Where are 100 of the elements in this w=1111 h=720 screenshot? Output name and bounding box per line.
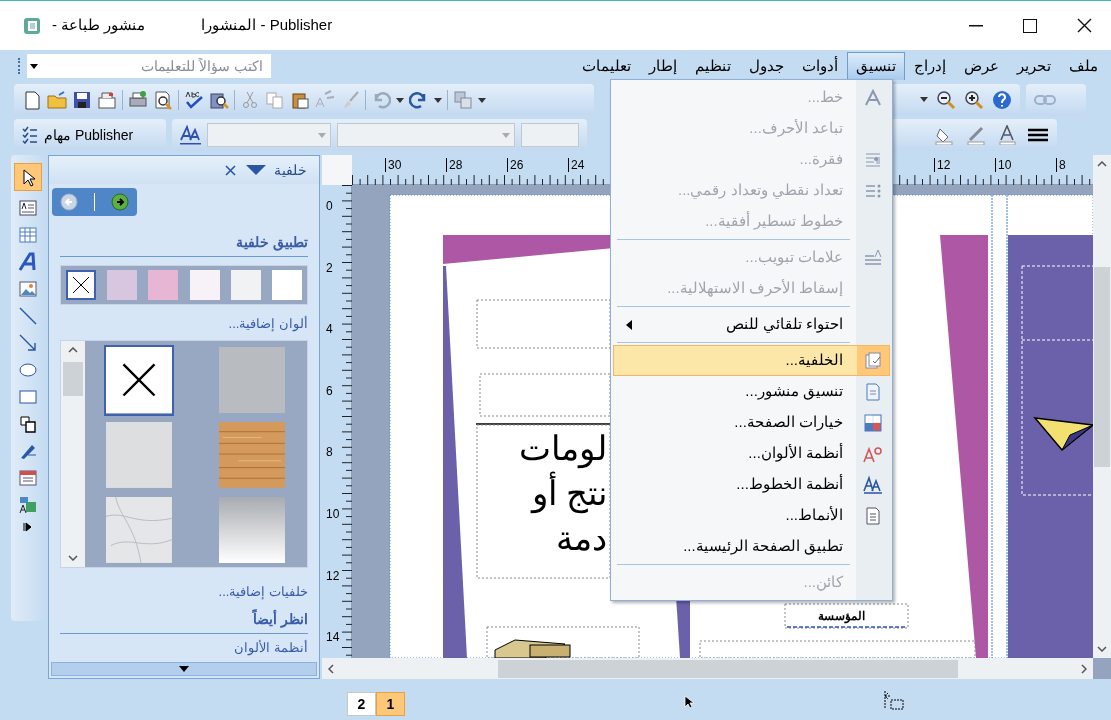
ruler-number: 28 [446, 158, 463, 172]
table-icon[interactable] [18, 225, 38, 245]
menu-item[interactable]: تنظيم [686, 52, 740, 80]
ruler-number: 0 [326, 199, 333, 213]
scroll-down-icon[interactable] [1097, 646, 1107, 652]
vertical-scrollbar[interactable] [1093, 155, 1111, 658]
new-document-icon[interactable] [22, 90, 42, 110]
menu-item[interactable]: جدول [740, 52, 793, 80]
heading-text: نتج أو [531, 473, 607, 513]
scroll-down-icon[interactable] [68, 555, 78, 561]
line-icon[interactable] [18, 306, 38, 326]
paste-icon[interactable] [290, 90, 310, 110]
menu-item[interactable]: عرض [955, 52, 1008, 80]
texture-swatch[interactable] [104, 495, 174, 566]
texture-swatch[interactable] [216, 495, 287, 566]
texture-swatch[interactable] [216, 345, 287, 416]
menu-item[interactable]: خيارات الصفحة... [613, 407, 890, 438]
wordart-icon[interactable] [18, 252, 38, 272]
pane-scroll-bar[interactable] [51, 662, 317, 676]
menu-item[interactable]: تنسيق منشور... [613, 376, 890, 407]
print-icon[interactable] [128, 90, 148, 110]
scrollbar-thumb[interactable] [497, 659, 958, 678]
shapes-icon[interactable] [18, 414, 38, 434]
styles-icon [863, 474, 883, 495]
dropdown-triangle-icon[interactable] [246, 164, 266, 176]
color-schemes-link[interactable]: أنظمة الألوان [234, 640, 308, 655]
menu-item[interactable]: تحرير [1008, 52, 1060, 80]
help-field[interactable]: اكتب سؤالاً للتعليمات [41, 54, 271, 78]
scroll-up-icon[interactable] [68, 347, 78, 353]
insert-object-icon[interactable] [18, 495, 38, 515]
vertical-scrollbar[interactable] [61, 341, 85, 567]
styles-icon[interactable] [180, 125, 202, 145]
ruler-number: 6 [326, 383, 333, 398]
more-colors-link[interactable]: ألوان إضافية... [228, 316, 308, 331]
picture-icon[interactable] [18, 279, 38, 299]
scroll-up-icon[interactable] [1097, 161, 1107, 167]
menu-item[interactable]: إطار [640, 52, 686, 80]
horizontal-scrollbar[interactable] [322, 658, 1093, 679]
forward-icon[interactable] [109, 192, 130, 212]
research-icon[interactable] [209, 90, 229, 110]
menu-item[interactable]: أدوات [793, 52, 847, 80]
document-check-icon [863, 350, 883, 371]
scroll-left-icon[interactable] [328, 663, 334, 674]
menu-item[interactable]: تعليمات [573, 52, 640, 80]
expand-icon[interactable] [23, 522, 33, 532]
more-backgrounds-link[interactable]: خلفيات إضافية... [218, 584, 308, 599]
font-color-icon[interactable] [999, 125, 1017, 145]
document-lines-icon [863, 505, 883, 526]
ruler-number: 10 [326, 507, 340, 521]
menu-item[interactable]: تنسيق [847, 52, 905, 80]
scrollbar-thumb[interactable] [63, 362, 83, 396]
help-icon[interactable] [992, 90, 1012, 110]
menu-item[interactable]: احتواء تلقائي للنص [613, 309, 890, 340]
texture-swatch[interactable] [216, 420, 287, 491]
text-box-icon[interactable] [18, 198, 38, 218]
color-swatch[interactable] [148, 270, 179, 300]
oval-icon[interactable] [18, 360, 38, 380]
save-icon[interactable] [72, 90, 92, 110]
menu-item[interactable]: إدراج [905, 52, 955, 80]
open-folder-icon[interactable] [47, 90, 67, 110]
color-swatch[interactable] [189, 270, 220, 300]
dropdown-arrow-icon[interactable] [434, 97, 442, 103]
print-preview-icon[interactable] [153, 90, 173, 110]
heading-text: دمة [556, 518, 607, 558]
rectangle-icon[interactable] [18, 387, 38, 407]
scrollbar-thumb[interactable] [1094, 266, 1110, 467]
menu-item[interactable]: تطبيق الصفحة الرئيسية... [613, 531, 890, 562]
menu-item[interactable]: الخلفية... [613, 345, 890, 376]
catalog-icon[interactable] [18, 468, 38, 488]
menu-item[interactable]: أنظمة الخطوط... [613, 469, 890, 500]
menu-item[interactable]: أنظمة الألوان... [613, 438, 890, 469]
section-heading: تطبيق خلفية [236, 234, 308, 250]
texture-swatch[interactable] [104, 345, 174, 416]
dropdown-arrow-icon[interactable] [30, 63, 38, 69]
menu-item[interactable]: الأنماط... [613, 500, 890, 531]
zoom-in-icon[interactable] [964, 90, 984, 110]
back-icon[interactable] [59, 192, 80, 212]
spelling-icon[interactable] [184, 90, 204, 110]
page-tab[interactable]: 2 [347, 692, 376, 716]
line-style-icon[interactable] [1027, 128, 1049, 142]
no-fill-swatch[interactable] [66, 270, 96, 300]
page-tab[interactable]: 1 [376, 692, 405, 716]
pointer-tool-button[interactable] [14, 163, 42, 191]
task-pane-title: خلفية [274, 160, 307, 180]
dropdown-arrow-icon[interactable] [478, 97, 486, 103]
color-swatch[interactable] [230, 270, 261, 300]
maximize-icon [1023, 18, 1037, 33]
color-swatch[interactable] [107, 270, 138, 300]
color-swatch[interactable] [271, 270, 302, 300]
arrow-icon[interactable] [18, 333, 38, 353]
menu-item[interactable]: ملف [1060, 52, 1107, 80]
dropdown-arrow-icon[interactable] [396, 97, 404, 103]
close-icon[interactable] [225, 164, 236, 176]
dropdown-arrow-icon [318, 132, 327, 138]
mail-icon[interactable] [97, 90, 117, 110]
texture-swatch[interactable] [104, 420, 174, 491]
zoom-out-icon[interactable] [936, 90, 956, 110]
paper-plane-drawing [1033, 417, 1093, 452]
font-icon [863, 87, 883, 108]
scroll-right-icon[interactable] [1081, 663, 1087, 674]
